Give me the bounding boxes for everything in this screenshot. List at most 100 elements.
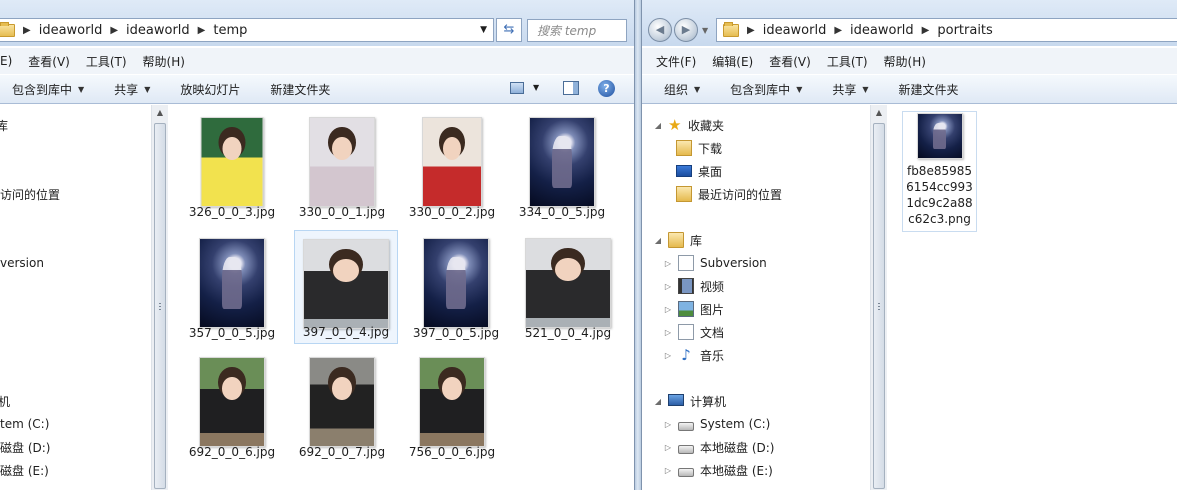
scroll-up-icon[interactable]: ▲ [871, 105, 887, 121]
preview-pane-icon[interactable] [563, 81, 579, 95]
menu-help[interactable]: 帮助(H) [876, 53, 934, 70]
back-button[interactable]: ◀ [648, 18, 672, 42]
breadcrumb-item[interactable]: portraits [937, 23, 992, 38]
collapsed-icon[interactable]: ▷ [662, 305, 674, 314]
thumbnail [422, 117, 482, 207]
nav-label: 库 [690, 233, 703, 248]
nav-item-drive-e[interactable]: ▷ 本地磁盘 (E:) [662, 460, 773, 480]
face-shape [442, 377, 462, 401]
share-button[interactable]: 共享 ▼ [102, 81, 162, 98]
library-icon [668, 232, 684, 248]
nav-item-computer[interactable]: 机 [0, 391, 10, 411]
thumbnail [916, 113, 963, 159]
scroll-thumb[interactable] [873, 123, 885, 489]
expand-icon[interactable]: ◢ [652, 397, 664, 406]
nav-computer[interactable]: ◢ 计算机 [652, 391, 726, 411]
file-tile[interactable]: 692_0_0_7.jpg [290, 349, 394, 463]
breadcrumb-item[interactable]: ideaworld [39, 23, 103, 38]
expand-icon[interactable]: ◢ [652, 121, 664, 130]
nav-item-subversion[interactable]: version [0, 253, 44, 273]
file-tile[interactable]: fb8e85985 6154cc993 1dc9c2a88 c62c3.png [902, 111, 977, 232]
thumbnail [199, 238, 265, 328]
expand-icon[interactable]: ◢ [652, 236, 664, 245]
breadcrumb-item[interactable]: temp [213, 23, 247, 38]
include-in-library-button[interactable]: 包含到库中 ▼ [718, 81, 814, 98]
new-folder-button[interactable]: 新建文件夹 [258, 81, 342, 98]
menu-file[interactable]: 文件(F) [642, 53, 704, 70]
nav-item-videos[interactable]: ▷ 视频 [662, 276, 724, 296]
nav-item-recent[interactable]: 最近访问的位置 [676, 184, 782, 204]
menu-tools[interactable]: 工具(T) [819, 53, 876, 70]
menu-edit[interactable]: E) [0, 54, 20, 68]
nav-item-drive-c[interactable]: tem (C:) [0, 414, 49, 434]
chevron-right-icon: ▶ [197, 24, 206, 36]
nav-item-desktop[interactable]: 桌面 [676, 161, 722, 181]
file-tile[interactable]: 397_0_0_5.jpg [404, 230, 508, 344]
nav-item-documents[interactable]: ▷ 文档 [662, 322, 724, 342]
search-input[interactable]: 搜索 temp [527, 19, 627, 42]
nav-item-downloads[interactable]: 下载 [676, 138, 722, 158]
scroll-thumb[interactable] [154, 123, 166, 489]
breadcrumb-item[interactable]: ideaworld [763, 23, 827, 38]
nav-item-music[interactable]: ▷ ♪ 音乐 [662, 345, 724, 365]
share-button[interactable]: 共享 ▼ [820, 81, 880, 98]
nav-item-drive-c[interactable]: ▷ System (C:) [662, 414, 770, 434]
help-icon[interactable]: ? [598, 80, 615, 97]
file-tile[interactable]: 357_0_0_5.jpg [180, 230, 284, 344]
collapsed-icon[interactable]: ▷ [662, 466, 674, 475]
breadcrumb-item[interactable]: ideaworld [126, 23, 190, 38]
new-folder-button[interactable]: 新建文件夹 [887, 81, 971, 98]
nav-favorites[interactable]: ◢ ★ 收藏夹 [652, 115, 724, 135]
nav-libraries[interactable]: ◢ 库 [652, 230, 702, 250]
chevron-down-icon[interactable]: ▼ [480, 25, 487, 35]
file-tile[interactable]: 330_0_0_2.jpg [400, 109, 504, 223]
menu-help[interactable]: 帮助(H) [135, 53, 193, 70]
nav-item-drive-d[interactable]: ▷ 本地磁盘 (D:) [662, 437, 775, 457]
file-name-line: 6154cc993 [906, 180, 973, 194]
file-tile[interactable]: 330_0_0_1.jpg [290, 109, 394, 223]
nav-label: 计算机 [690, 394, 727, 409]
file-tile[interactable]: 334_0_0_5.jpg [510, 109, 614, 223]
nav-item-recent[interactable]: 访问的位置 [0, 184, 60, 204]
collapsed-icon[interactable]: ▷ [662, 351, 674, 360]
nav-item-drive-e[interactable]: 磁盘 (E:) [0, 460, 49, 480]
face-shape [332, 377, 352, 401]
nav-item[interactable]: 库 [0, 115, 8, 135]
include-in-library-button[interactable]: 包含到库中 ▼ [0, 81, 96, 98]
file-name: fb8e85985 6154cc993 1dc9c2a88 c62c3.png [903, 163, 976, 227]
breadcrumb-item[interactable]: ideaworld [850, 23, 914, 38]
collapsed-icon[interactable]: ▷ [662, 420, 674, 429]
nav-item-drive-d[interactable]: 磁盘 (D:) [0, 437, 50, 457]
chevron-down-icon[interactable]: ▼ [702, 26, 708, 42]
chevron-right-icon: ▶ [747, 24, 755, 36]
menu-edit[interactable]: 编辑(E) [704, 53, 761, 70]
file-tile-selected[interactable]: 397_0_0_4.jpg [294, 230, 398, 344]
scroll-up-icon[interactable]: ▲ [152, 105, 168, 121]
slideshow-button[interactable]: 放映幻灯片 [168, 81, 252, 98]
refresh-icon[interactable]: ⇆ [496, 18, 522, 42]
address-bar-area: ◀ ▶ ▼ ▶ ideaworld ▶ ideaworld ▶ portrait… [642, 0, 1177, 46]
file-list: fb8e85985 6154cc993 1dc9c2a88 c62c3.png [887, 105, 1177, 490]
view-options-icon[interactable] [510, 82, 524, 94]
collapsed-icon[interactable]: ▷ [662, 443, 674, 452]
nav-scrollbar[interactable]: ▲ [151, 105, 168, 490]
button-label: 包含到库中 [12, 82, 73, 97]
nav-item-subversion[interactable]: ▷ Subversion [662, 253, 767, 273]
collapsed-icon[interactable]: ▷ [662, 259, 674, 268]
caret-down-icon[interactable]: ▼ [533, 83, 539, 92]
menu-view[interactable]: 查看(V) [20, 53, 78, 70]
menu-view[interactable]: 查看(V) [761, 53, 819, 70]
menu-tools[interactable]: 工具(T) [78, 53, 135, 70]
file-tile[interactable]: 326_0_0_3.jpg [180, 109, 284, 223]
collapsed-icon[interactable]: ▷ [662, 282, 674, 291]
file-tile[interactable]: 521_0_0_4.jpg [516, 230, 620, 344]
forward-button[interactable]: ▶ [674, 18, 698, 42]
file-tile[interactable]: 756_0_0_6.jpg [400, 349, 504, 463]
file-tile[interactable]: 692_0_0_6.jpg [180, 349, 284, 463]
nav-scrollbar[interactable]: ▲ [870, 105, 887, 490]
address-bar[interactable]: ▶ ideaworld ▶ ideaworld ▶ temp ▼ [0, 18, 494, 42]
organize-button[interactable]: 组织 ▼ [642, 81, 712, 98]
collapsed-icon[interactable]: ▷ [662, 328, 674, 337]
address-bar[interactable]: ▶ ideaworld ▶ ideaworld ▶ portraits [716, 18, 1177, 42]
nav-item-pictures[interactable]: ▷ 图片 [662, 299, 724, 319]
